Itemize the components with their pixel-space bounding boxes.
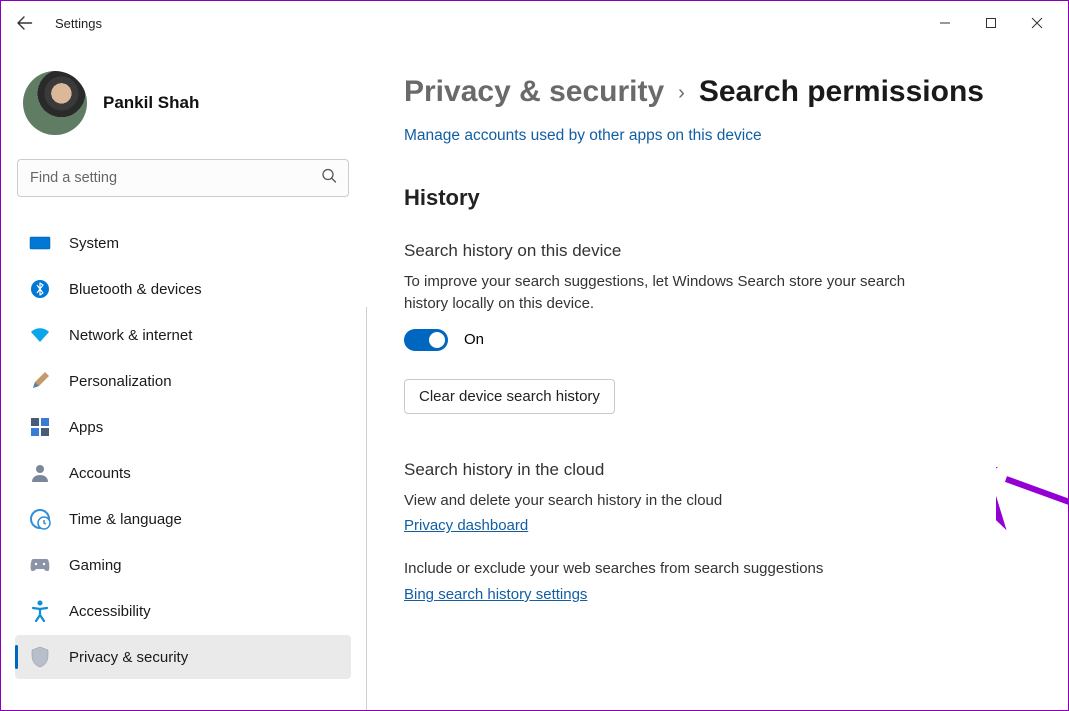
person-icon bbox=[29, 462, 51, 484]
vertical-divider bbox=[366, 307, 367, 710]
titlebar: Settings bbox=[1, 1, 1068, 45]
history-toggle-row: On bbox=[404, 329, 1048, 351]
sidebar-item-label: System bbox=[69, 235, 119, 252]
maximize-button[interactable] bbox=[968, 8, 1014, 38]
avatar bbox=[23, 71, 87, 135]
sidebar-item-network[interactable]: Network & internet bbox=[15, 313, 351, 357]
window-controls bbox=[922, 8, 1060, 38]
close-button[interactable] bbox=[1014, 8, 1060, 38]
annotation-arrow-icon bbox=[996, 467, 1068, 597]
sidebar-item-accounts[interactable]: Accounts bbox=[15, 451, 351, 495]
window-title: Settings bbox=[55, 16, 102, 31]
main-content: Privacy & security › Search permissions … bbox=[365, 45, 1068, 710]
search-input[interactable] bbox=[17, 159, 349, 197]
sidebar-item-label: Apps bbox=[69, 419, 103, 436]
sidebar-item-label: Bluetooth & devices bbox=[69, 281, 202, 298]
include-exclude-desc: Include or exclude your web searches fro… bbox=[404, 558, 944, 580]
chevron-right-icon: › bbox=[678, 82, 685, 105]
system-icon bbox=[29, 232, 51, 254]
bing-history-link[interactable]: Bing search history settings bbox=[404, 586, 587, 603]
minimize-button[interactable] bbox=[922, 8, 968, 38]
sidebar-item-label: Time & language bbox=[69, 511, 182, 528]
manage-accounts-link[interactable]: Manage accounts used by other apps on th… bbox=[404, 127, 762, 145]
sidebar-item-label: Gaming bbox=[69, 557, 122, 574]
breadcrumb: Privacy & security › Search permissions bbox=[404, 75, 1048, 109]
sidebar-item-accessibility[interactable]: Accessibility bbox=[15, 589, 351, 633]
apps-icon bbox=[29, 416, 51, 438]
wifi-icon bbox=[29, 324, 51, 346]
device-history-heading: Search history on this device bbox=[404, 241, 1048, 261]
paintbrush-icon bbox=[29, 370, 51, 392]
shield-icon bbox=[29, 646, 51, 668]
nav-list: System Bluetooth & devices Network & int… bbox=[13, 211, 353, 710]
sidebar-item-gaming[interactable]: Gaming bbox=[15, 543, 351, 587]
section-history-heading: History bbox=[404, 185, 1048, 211]
profile-name: Pankil Shah bbox=[103, 93, 199, 113]
cloud-history-heading: Search history in the cloud bbox=[404, 460, 1048, 480]
sidebar-item-apps[interactable]: Apps bbox=[15, 405, 351, 449]
search-icon bbox=[321, 168, 337, 189]
sidebar-item-label: Accessibility bbox=[69, 603, 151, 620]
sidebar-item-bluetooth[interactable]: Bluetooth & devices bbox=[15, 267, 351, 311]
gamepad-icon bbox=[29, 554, 51, 576]
back-button[interactable] bbox=[9, 7, 41, 39]
page-title: Search permissions bbox=[699, 75, 984, 109]
sidebar-item-label: Personalization bbox=[69, 373, 172, 390]
history-toggle[interactable] bbox=[404, 329, 448, 351]
accessibility-icon bbox=[29, 600, 51, 622]
back-arrow-icon bbox=[17, 15, 33, 31]
cloud-history-desc: View and delete your search history in t… bbox=[404, 490, 944, 512]
sidebar-item-time-language[interactable]: Time & language bbox=[15, 497, 351, 541]
toggle-state-label: On bbox=[464, 331, 484, 348]
sidebar-item-label: Network & internet bbox=[69, 327, 192, 344]
sidebar-item-personalization[interactable]: Personalization bbox=[15, 359, 351, 403]
breadcrumb-parent[interactable]: Privacy & security bbox=[404, 75, 664, 109]
sidebar-item-label: Accounts bbox=[69, 465, 131, 482]
sidebar-item-privacy-security[interactable]: Privacy & security bbox=[15, 635, 351, 679]
profile-block[interactable]: Pankil Shah bbox=[13, 63, 353, 159]
privacy-dashboard-link[interactable]: Privacy dashboard bbox=[404, 517, 528, 534]
sidebar-item-label: Privacy & security bbox=[69, 649, 188, 666]
bluetooth-icon bbox=[29, 278, 51, 300]
sidebar-item-system[interactable]: System bbox=[15, 221, 351, 265]
sidebar: Pankil Shah System Bluetooth & devices N… bbox=[1, 45, 365, 710]
search-wrap bbox=[17, 159, 349, 197]
device-history-desc: To improve your search suggestions, let … bbox=[404, 271, 944, 315]
globe-clock-icon bbox=[29, 508, 51, 530]
clear-history-button[interactable]: Clear device search history bbox=[404, 379, 615, 414]
